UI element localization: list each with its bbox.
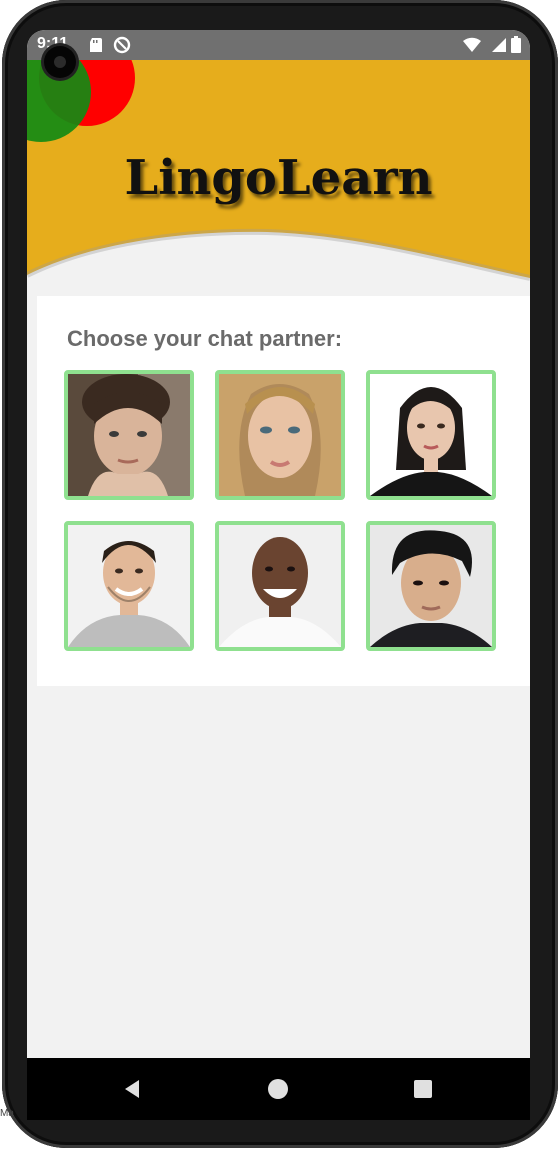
chooser-title: Choose your chat partner: bbox=[67, 326, 343, 351]
partner-tile-woman-1[interactable] bbox=[64, 370, 194, 500]
home-icon[interactable] bbox=[265, 1076, 291, 1102]
woman-avatar-3 bbox=[370, 374, 492, 496]
signal-icon bbox=[489, 36, 507, 54]
recents-icon[interactable] bbox=[410, 1076, 436, 1102]
app-screen: 9:11 LingoLearn Choose your chat partner… bbox=[27, 30, 530, 1120]
front-camera bbox=[44, 46, 76, 78]
woman-avatar-1 bbox=[68, 374, 190, 496]
partner-tile-man-3[interactable] bbox=[366, 521, 496, 651]
partner-chooser-card: Choose your chat partner: bbox=[37, 296, 530, 686]
partner-tile-man-2[interactable] bbox=[215, 521, 345, 651]
man-avatar-2 bbox=[219, 525, 341, 647]
partner-tile-woman-3[interactable] bbox=[366, 370, 496, 500]
app-title: LingoLearn bbox=[124, 150, 433, 206]
wifi-icon bbox=[463, 36, 481, 54]
status-bar: 9:11 bbox=[27, 30, 530, 60]
man-avatar-1 bbox=[68, 525, 190, 647]
partner-tile-woman-2[interactable] bbox=[215, 370, 345, 500]
battery-icon bbox=[510, 36, 522, 54]
man-avatar-3 bbox=[370, 525, 492, 647]
app-header: LingoLearn bbox=[27, 60, 530, 300]
back-icon[interactable] bbox=[119, 1076, 145, 1102]
device-edge-text: Ma bbox=[0, 1108, 14, 1119]
system-nav-bar bbox=[27, 1058, 530, 1120]
woman-avatar-2 bbox=[219, 374, 341, 496]
sd-card-icon bbox=[87, 36, 105, 54]
data-saver-icon bbox=[113, 36, 131, 54]
partner-tile-man-1[interactable] bbox=[64, 521, 194, 651]
